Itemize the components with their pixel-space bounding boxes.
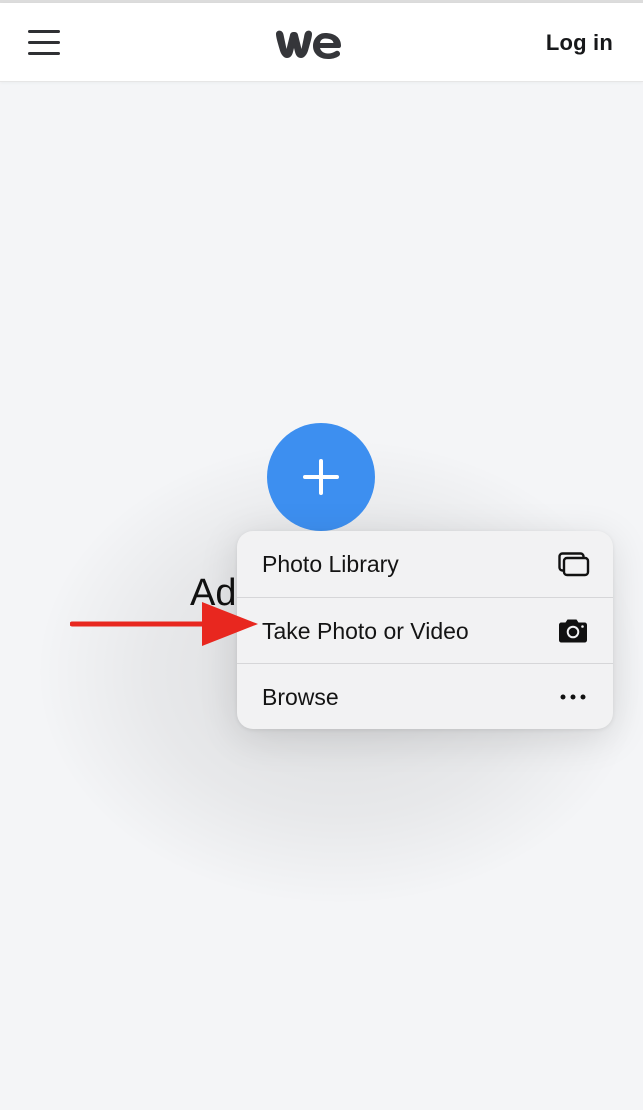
photo-library-icon: [555, 550, 591, 578]
add-files-button[interactable]: [267, 423, 375, 531]
menu-item-take-photo-or-video[interactable]: Take Photo or Video: [237, 598, 613, 664]
top-navigation-bar: Log in: [0, 3, 643, 82]
wetransfer-logo-icon[interactable]: [274, 27, 344, 63]
more-horizontal-icon: [555, 683, 591, 711]
hamburger-menu-icon[interactable]: [28, 30, 60, 56]
menu-item-label: Photo Library: [262, 551, 399, 577]
menu-item-photo-library[interactable]: Photo Library: [237, 531, 613, 597]
upload-area: Ad Photo Library Take Photo or Video Bro…: [0, 82, 643, 1110]
camera-icon: [555, 617, 591, 645]
red-arrow-annotation: [69, 602, 260, 650]
login-link[interactable]: Log in: [546, 30, 613, 56]
menu-item-browse[interactable]: Browse: [237, 664, 613, 729]
menu-item-label: Take Photo or Video: [262, 618, 469, 644]
menu-item-label: Browse: [262, 684, 339, 710]
file-source-context-menu: Photo Library Take Photo or Video Browse: [237, 531, 613, 729]
